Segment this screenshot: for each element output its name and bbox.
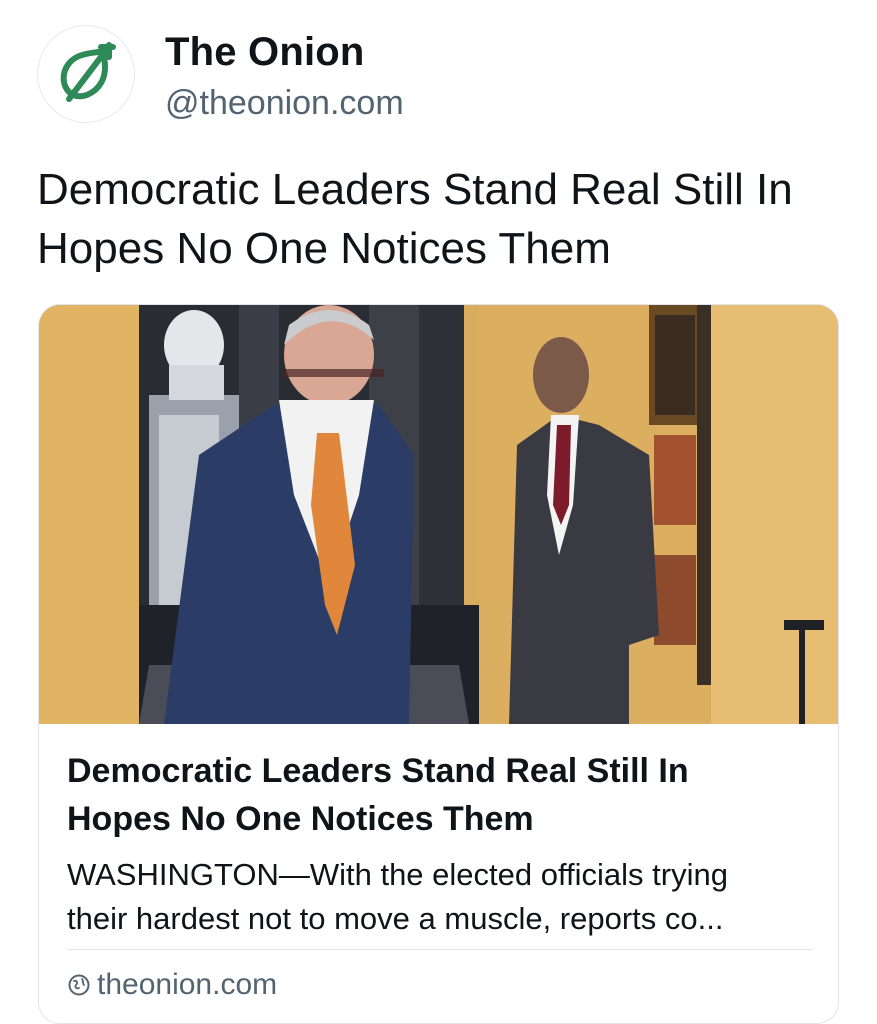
card-description: WASHINGTON—With the elected officials tr… xyxy=(67,853,812,941)
card-description-line: WASHINGTON—With the elected officials tr… xyxy=(67,857,728,892)
card-title-line: Hopes No One Notices Them xyxy=(67,800,534,838)
avatar[interactable] xyxy=(37,25,135,123)
globe-icon xyxy=(68,974,90,996)
card-description-line: their hardest not to move a muscle, repo… xyxy=(67,901,724,936)
card-title-line: Democratic Leaders Stand Real Still In xyxy=(67,752,689,790)
card-divider xyxy=(67,949,812,950)
handle[interactable]: @theonion.com xyxy=(165,82,404,124)
card-title[interactable]: Democratic Leaders Stand Real Still In H… xyxy=(67,747,812,843)
article-photo[interactable] xyxy=(39,305,839,724)
display-name[interactable]: The Onion xyxy=(165,28,365,76)
onion-logo-icon xyxy=(60,42,116,102)
card-domain-text: theonion.com xyxy=(97,968,278,1001)
post-text: Democratic Leaders Stand Real Still In H… xyxy=(37,165,793,273)
card-domain[interactable]: theonion.com xyxy=(67,967,277,1003)
link-card[interactable]: Democratic Leaders Stand Real Still In H… xyxy=(38,304,839,1024)
